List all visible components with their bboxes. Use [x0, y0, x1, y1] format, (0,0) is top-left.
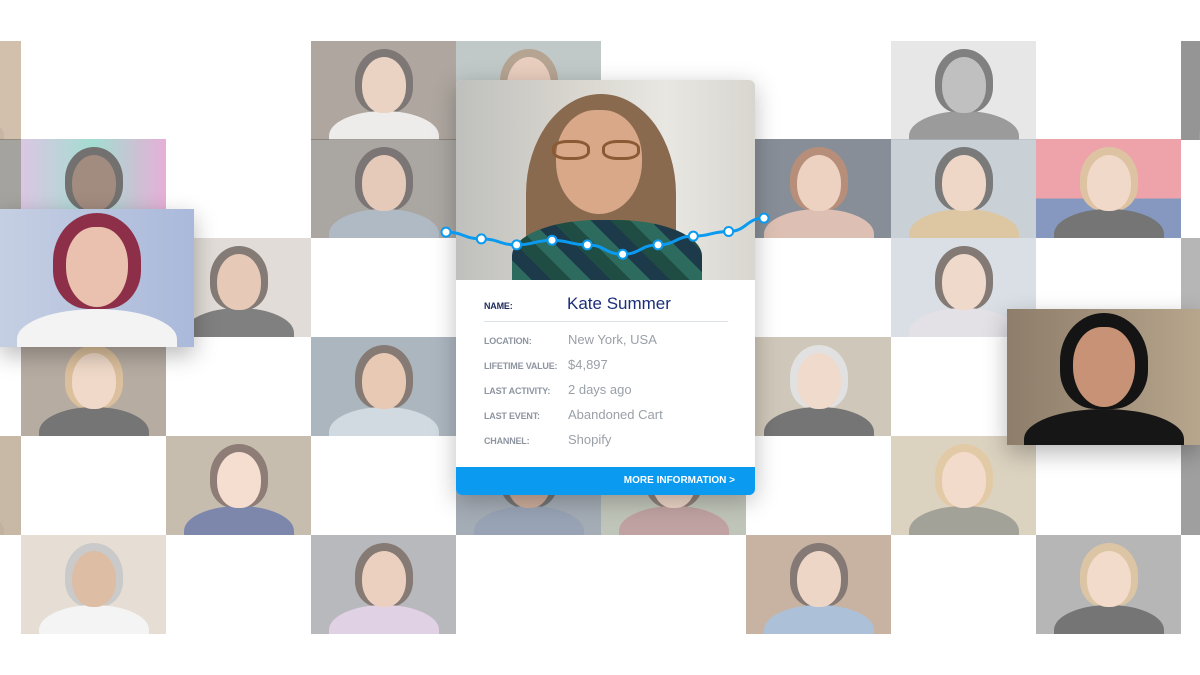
- more-information-button[interactable]: MORE INFORMATION >: [456, 467, 755, 495]
- customer-photo-tile: [311, 139, 456, 238]
- field-label: CHANNEL:: [484, 436, 530, 446]
- field-name: NAME: Kate Summer: [484, 294, 671, 314]
- field-last-event: LAST EVENT: Abandoned Cart: [484, 407, 663, 422]
- divider: [484, 321, 728, 322]
- field-label: LAST ACTIVITY:: [484, 386, 551, 396]
- customer-photo-tile: [746, 139, 891, 238]
- customer-photo-tile: [0, 436, 21, 535]
- field-label: LIFETIME VALUE:: [484, 361, 558, 371]
- customer-photo-tile: [21, 337, 166, 436]
- customer-photo-tile: [746, 535, 891, 634]
- customer-photo-tile: [21, 535, 166, 634]
- field-location: LOCATION: New York, USA: [484, 332, 657, 347]
- field-lifetime-value: LIFETIME VALUE: $4,897: [484, 357, 608, 372]
- field-label: LOCATION:: [484, 336, 532, 346]
- field-last-activity: LAST ACTIVITY: 2 days ago: [484, 382, 632, 397]
- customer-photo-tile: [0, 41, 21, 140]
- customer-photo-tile: [891, 436, 1036, 535]
- highlighted-customer-photo: [0, 209, 194, 347]
- customer-photo-tile: [166, 436, 311, 535]
- customer-photo-tile: [1181, 436, 1200, 535]
- customer-photo-tile: [891, 41, 1036, 140]
- field-value: 2 days ago: [568, 382, 632, 397]
- profile-details: NAME: Kate Summer LOCATION: New York, US…: [456, 280, 755, 467]
- customer-photo-tile: [1036, 535, 1181, 634]
- field-value: $4,897: [568, 357, 608, 372]
- field-value: New York, USA: [568, 332, 657, 347]
- customer-photo-tile: [311, 337, 456, 436]
- customer-photo-tile: [891, 139, 1036, 238]
- customer-photo-tile: [311, 41, 456, 140]
- field-label: LAST EVENT:: [484, 411, 540, 421]
- field-value: Shopify: [568, 432, 612, 447]
- field-label: NAME:: [484, 301, 513, 311]
- customer-photo-tile: [311, 535, 456, 634]
- field-channel: CHANNEL: Shopify: [484, 432, 611, 447]
- customer-photo-tile: [1181, 41, 1200, 140]
- customer-photo: [456, 80, 755, 280]
- customer-photo-tile: [1036, 139, 1181, 238]
- field-value: Abandoned Cart: [568, 407, 663, 422]
- customer-profile-card: NAME: Kate Summer LOCATION: New York, US…: [456, 80, 755, 495]
- highlighted-customer-photo: [1007, 309, 1200, 445]
- customer-photo-tile: [746, 337, 891, 436]
- customer-name: Kate Summer: [567, 294, 671, 313]
